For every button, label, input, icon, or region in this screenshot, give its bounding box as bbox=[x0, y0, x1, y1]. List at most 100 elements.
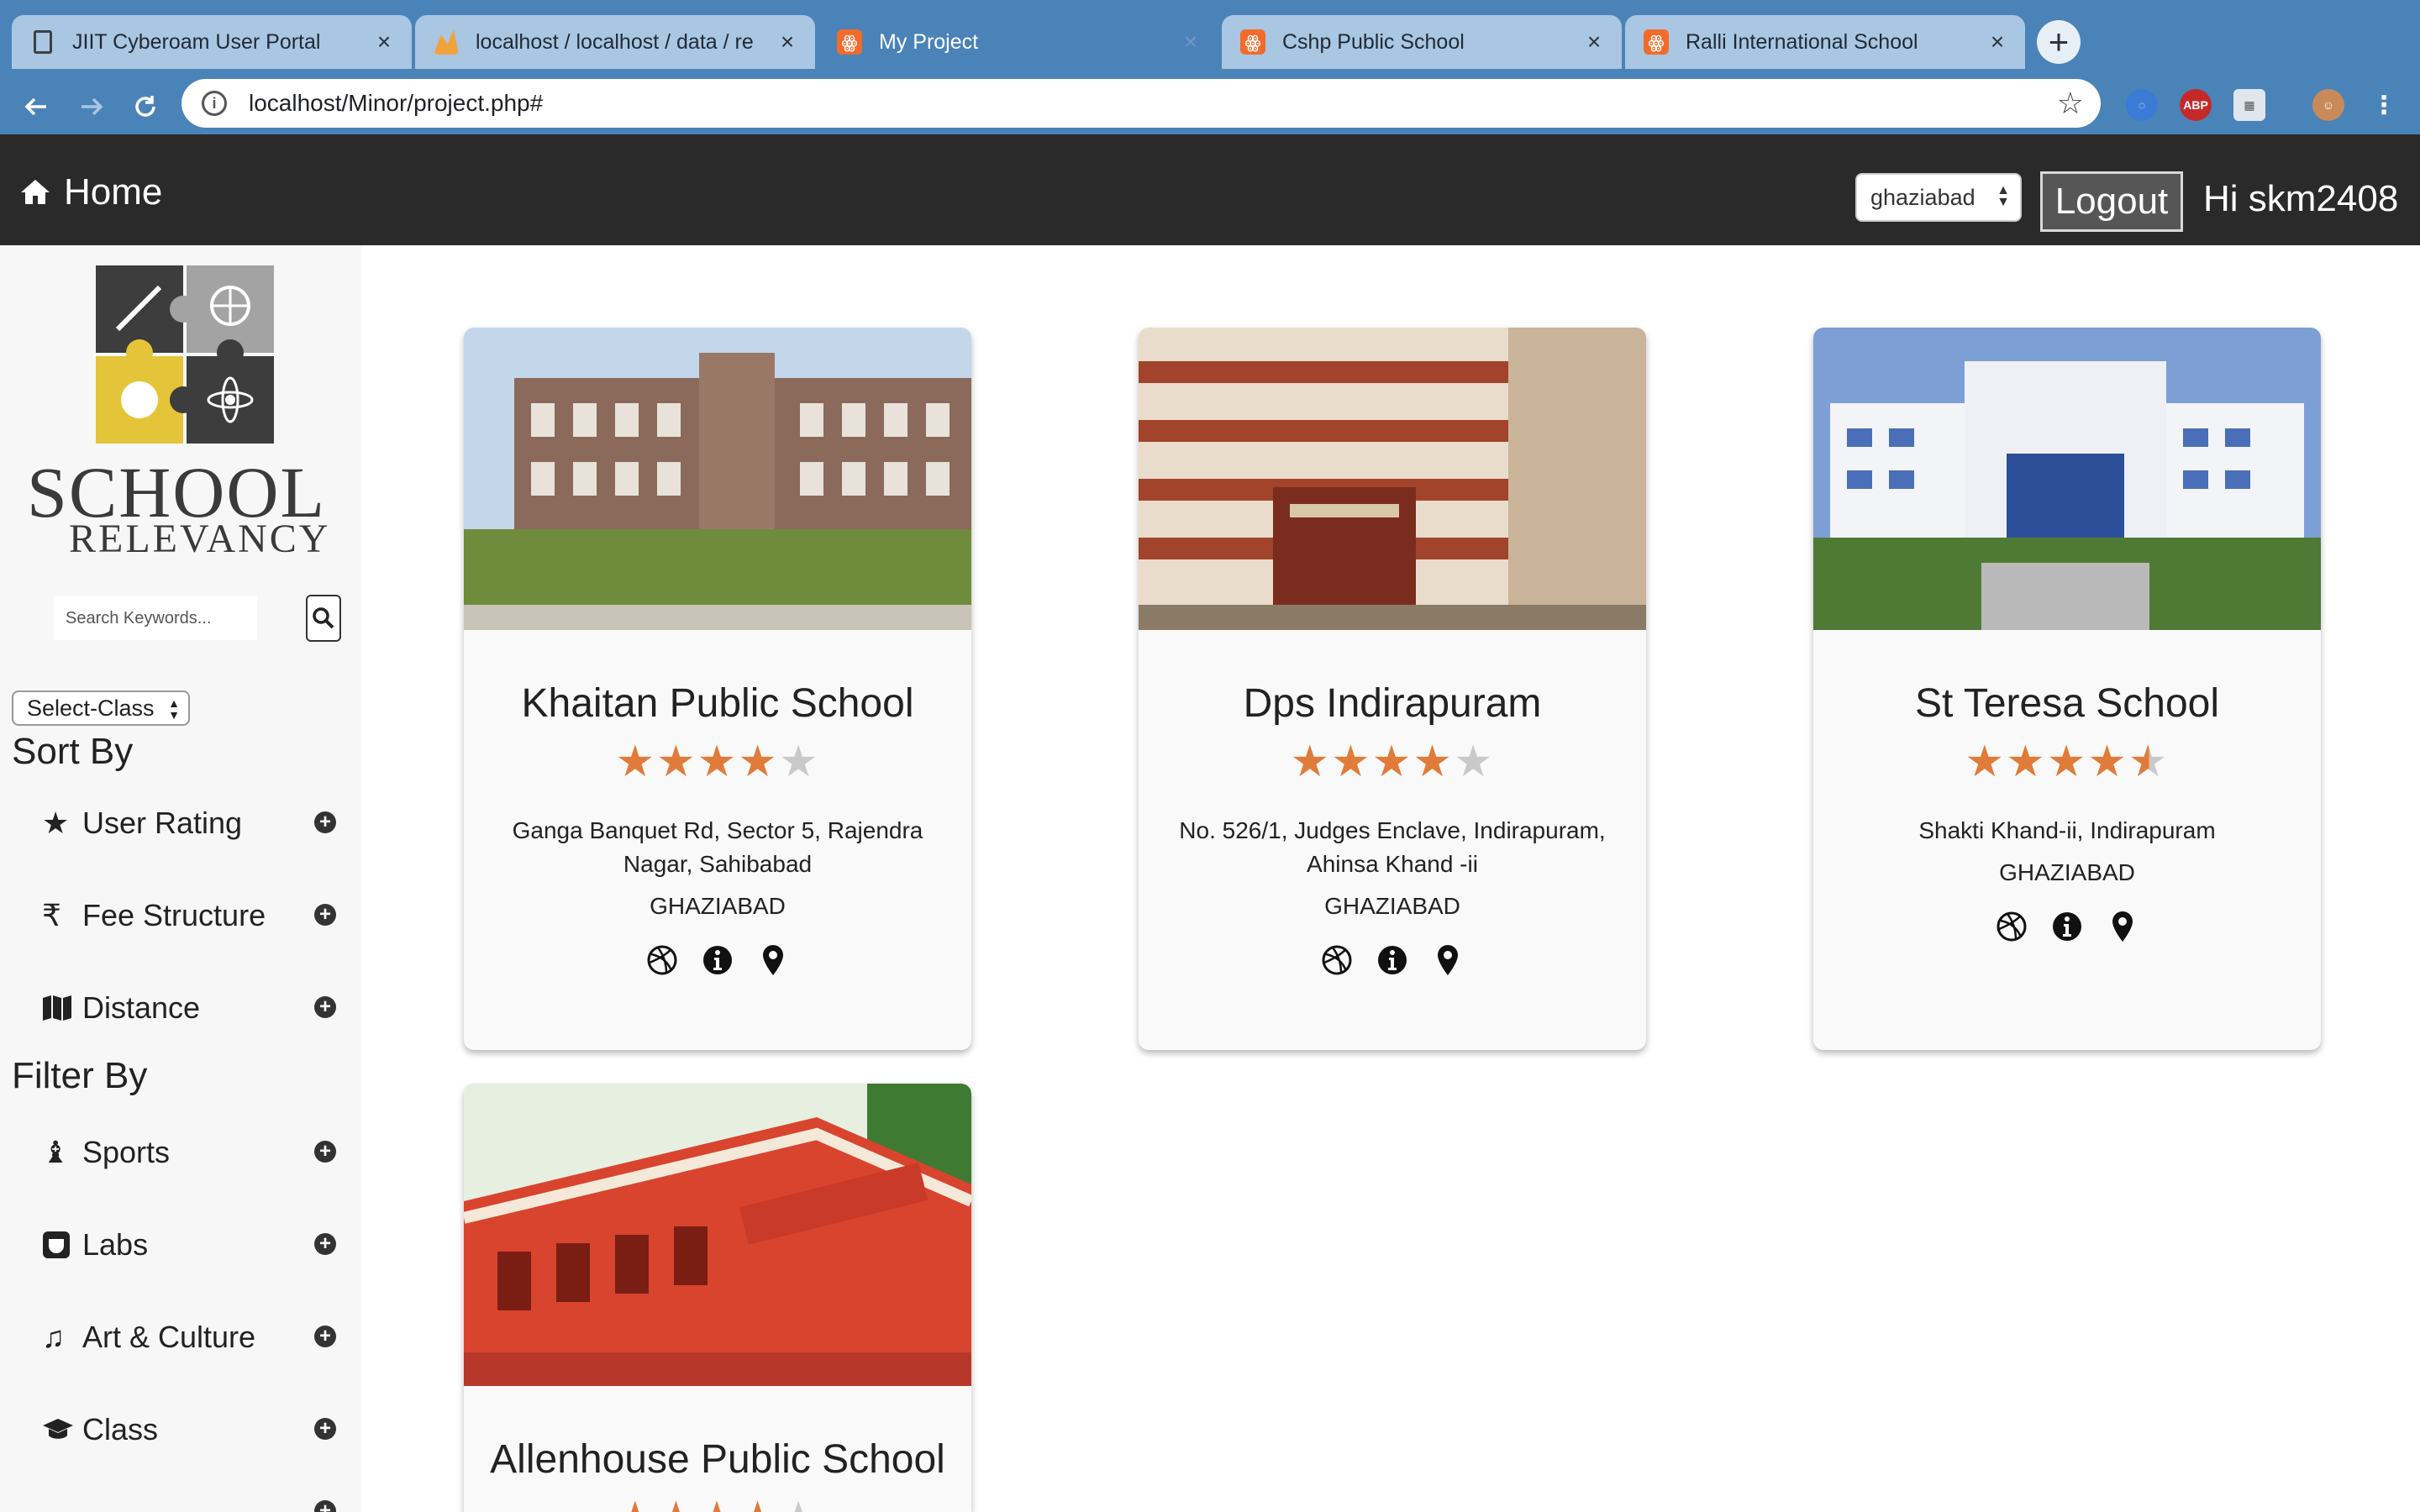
filter-item-label: Class bbox=[82, 1412, 159, 1446]
adblock-extension-icon[interactable]: ABP bbox=[2180, 89, 2212, 121]
plus-icon[interactable]: + bbox=[314, 1418, 336, 1440]
school-address: Ganga Banquet Rd, Sector 5, Rajendra Nag… bbox=[512, 817, 923, 877]
rating-stars: ★★★★★ bbox=[1813, 738, 2321, 785]
browser-menu-icon[interactable]: ⋮ bbox=[2368, 89, 2400, 121]
school-name[interactable]: Allenhouse Public School bbox=[464, 1436, 971, 1483]
star-icon: ★ bbox=[42, 806, 70, 840]
school-photo[interactable] bbox=[464, 328, 971, 630]
plus-icon[interactable]: + bbox=[314, 1233, 336, 1255]
back-arrow-icon bbox=[24, 97, 46, 116]
school-card[interactable]: Allenhouse Public School ★★★★★ bbox=[464, 1084, 971, 1512]
site-info-icon[interactable]: i bbox=[202, 91, 227, 116]
school-card[interactable]: St Teresa School ★★★★★ Shakti Khand-ii, … bbox=[1813, 328, 2321, 1050]
filter-item-label: Sports bbox=[82, 1135, 171, 1169]
brand-subtitle: RELEVANCY bbox=[69, 517, 331, 561]
star-filled-icon: ★★★★ bbox=[1290, 738, 1454, 786]
plus-icon[interactable]: + bbox=[314, 904, 336, 926]
star-half-icon: ★ bbox=[2128, 738, 2170, 786]
close-icon[interactable]: × bbox=[775, 29, 800, 55]
close-icon[interactable]: × bbox=[371, 29, 397, 55]
info-button[interactable] bbox=[2050, 908, 2084, 945]
star-empty-icon: ★ bbox=[779, 1494, 820, 1512]
browser-tab-3[interactable]: ꙮ My Project × bbox=[818, 15, 1218, 69]
school-photo[interactable] bbox=[464, 1084, 971, 1386]
card-actions bbox=[1813, 908, 2321, 945]
location-button[interactable] bbox=[756, 942, 790, 979]
rupee-icon: ₹ bbox=[42, 898, 61, 932]
close-icon[interactable]: × bbox=[1581, 29, 1607, 55]
search-input[interactable] bbox=[54, 596, 257, 640]
user-greeting: Hi skm2408 bbox=[2203, 178, 2399, 219]
school-address: No. 526/1, Judges Enclave, Indirapuram, … bbox=[1179, 817, 1606, 877]
website-button[interactable] bbox=[645, 942, 679, 979]
school-name[interactable]: Dps Indirapuram bbox=[1139, 680, 1646, 727]
profile-avatar[interactable]: ☺ bbox=[2312, 89, 2344, 121]
location-button[interactable] bbox=[2106, 908, 2139, 945]
school-building-image bbox=[464, 328, 971, 630]
plus-icon[interactable]: + bbox=[314, 996, 336, 1018]
school-building-image bbox=[1139, 328, 1646, 630]
sort-item-user-rating[interactable]: ★ User Rating + bbox=[42, 798, 336, 848]
city-select[interactable]: ghaziabad ▲ ▼ bbox=[1855, 173, 2022, 222]
website-button[interactable] bbox=[1320, 942, 1354, 979]
reload-button[interactable] bbox=[124, 86, 166, 128]
close-icon[interactable]: × bbox=[1178, 29, 1203, 55]
sort-item-fee-structure[interactable]: ₹ Fee Structure + bbox=[42, 890, 336, 941]
xampp-icon: ꙮ bbox=[1240, 29, 1265, 55]
plus-icon[interactable]: + bbox=[314, 1141, 336, 1163]
rating-stars: ★★★★★ bbox=[464, 738, 971, 785]
tab-title: localhost / localhost / data / re bbox=[476, 29, 754, 54]
address-bar[interactable]: i localhost/Minor/project.php# ☆ bbox=[182, 79, 2101, 128]
school-name[interactable]: St Teresa School bbox=[1813, 680, 2321, 727]
browser-tab-1[interactable]: JIIT Cyberoam User Portal × bbox=[12, 15, 412, 69]
city-selected-value: ghaziabad bbox=[1870, 184, 1975, 210]
search-button[interactable] bbox=[306, 595, 341, 642]
info-icon bbox=[2053, 912, 2081, 941]
home-link[interactable]: Home bbox=[18, 171, 162, 213]
tab-title: Cshp Public School bbox=[1282, 29, 1465, 54]
school-card[interactable]: Khaitan Public School ★★★★★ Ganga Banque… bbox=[464, 328, 971, 1050]
class-select[interactable]: Select-Class ▲ ▼ bbox=[12, 690, 190, 726]
filter-item-labs[interactable]: Labs + bbox=[42, 1220, 336, 1270]
plus-icon[interactable]: + bbox=[314, 1326, 336, 1347]
plus-icon[interactable]: + bbox=[314, 1500, 336, 1512]
close-icon[interactable]: × bbox=[1985, 29, 2010, 55]
dribbble-globe-icon bbox=[647, 945, 677, 975]
school-photo[interactable] bbox=[1139, 328, 1646, 630]
school-photo[interactable] bbox=[1813, 328, 2321, 630]
phpmyadmin-icon bbox=[434, 29, 459, 55]
browser-tab-2[interactable]: localhost / localhost / data / re × bbox=[415, 15, 815, 69]
card-actions bbox=[464, 942, 971, 979]
location-button[interactable] bbox=[1431, 942, 1465, 979]
info-button[interactable] bbox=[701, 942, 734, 979]
logout-button[interactable]: Logout bbox=[2040, 171, 2183, 232]
search-icon bbox=[313, 607, 334, 629]
sync-extension-icon[interactable]: ◌ bbox=[2126, 89, 2158, 121]
app-header: Home ghaziabad ▲ ▼ Logout Hi skm2408 bbox=[0, 134, 2420, 245]
music-icon: ♫ bbox=[42, 1320, 65, 1354]
website-button[interactable] bbox=[1995, 908, 2028, 945]
filter-item-art-culture[interactable]: ♫ Art & Culture + bbox=[42, 1312, 336, 1362]
filter-by-title: Filter By bbox=[12, 1055, 148, 1096]
card-actions bbox=[1139, 942, 1646, 979]
school-building-image bbox=[464, 1084, 971, 1386]
school-name[interactable]: Khaitan Public School bbox=[464, 680, 971, 727]
filter-item-class[interactable]: Class + bbox=[42, 1404, 336, 1455]
calendar-extension-icon[interactable]: ▦ bbox=[2233, 89, 2265, 121]
sidebar: SCHOOL RELEVANCY Select-Class ▲▼ Sort By… bbox=[0, 245, 361, 1512]
school-card[interactable]: Dps Indirapuram ★★★★★ No. 526/1, Judges … bbox=[1139, 328, 1646, 1050]
document-icon bbox=[34, 30, 52, 54]
plus-icon[interactable]: + bbox=[314, 811, 336, 833]
browser-tab-5[interactable]: ꙮ Ralli International School × bbox=[1625, 15, 2025, 69]
new-tab-button[interactable]: + bbox=[2037, 20, 2081, 64]
bookmark-star-icon[interactable]: ☆ bbox=[2057, 86, 2084, 121]
info-button[interactable] bbox=[1376, 942, 1409, 979]
filter-item-sports[interactable]: ♝ Sports + bbox=[42, 1127, 336, 1178]
filter-item-more[interactable]: ▬ + bbox=[42, 1487, 336, 1512]
tab-title: JIIT Cyberoam User Portal bbox=[72, 29, 321, 54]
back-button[interactable] bbox=[15, 86, 57, 128]
sort-by-title: Sort By bbox=[12, 731, 134, 772]
sort-item-distance[interactable]: Distance + bbox=[42, 983, 336, 1033]
browser-tab-4[interactable]: ꙮ Cshp Public School × bbox=[1222, 15, 1622, 69]
forward-button[interactable] bbox=[71, 86, 113, 128]
